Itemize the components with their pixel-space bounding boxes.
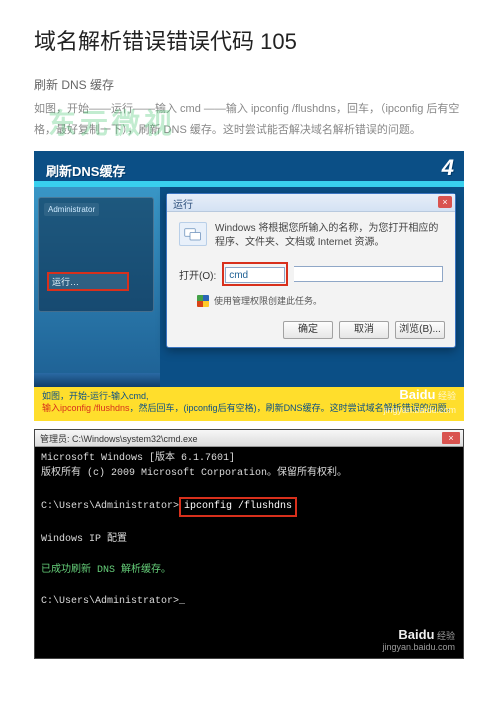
cmd-title: 管理员: C:\Windows\system32\cmd.exe [40, 434, 198, 444]
start-user: Administrator [44, 203, 99, 216]
cmd-success: 已成功刷新 DNS 解析缓存。 [41, 563, 457, 579]
close-icon[interactable]: × [438, 196, 452, 208]
open-label: 打开(O): [179, 267, 216, 282]
shield-icon [197, 295, 209, 307]
browse-button[interactable]: 浏览(B)... [395, 321, 445, 339]
caption-cmd: 输入ipconfig /flushdns [42, 403, 130, 413]
figure1-caption: 如图，开始-运行-输入cmd, 输入ipconfig /flushdns，然后回… [34, 387, 464, 421]
ok-button[interactable]: 确定 [283, 321, 333, 339]
start-run-item[interactable]: 运行… [47, 272, 129, 291]
run-titlebar: 运行 × [167, 194, 455, 212]
cmd-prompt: C:\Users\Administrator>_ [41, 594, 457, 610]
run-input[interactable] [225, 267, 285, 283]
admin-hint-row: 使用管理权限创建此任务。 [197, 294, 443, 307]
cmd-titlebar: 管理员: C:\Windows\system32\cmd.exe × [35, 430, 463, 447]
run-input-rest[interactable] [294, 266, 443, 282]
description: 如图，开始——运行——输入 cmd ——输入 ipconfig /flushdn… [34, 99, 466, 141]
baidu-logo: Baidu 经验 jingyan.baidu.com [382, 627, 455, 652]
figure-run-dialog: 刷新DNS缓存 4 Administrator 运行… 运行 × Windows… [34, 151, 464, 421]
run-title: 运行 [173, 200, 193, 211]
cmd-line: 版权所有 (c) 2009 Microsoft Corporation。保留所有… [41, 466, 457, 482]
cmd-prompt: C:\Users\Administrator> [41, 501, 179, 512]
admin-hint: 使用管理权限创建此任务。 [214, 294, 322, 307]
cmd-line: Windows IP 配置 [41, 532, 457, 548]
close-icon[interactable]: × [442, 432, 460, 444]
baidu-logo: Baidu 经验 jingyan.baidu.com [383, 386, 456, 417]
run-input-highlight [222, 262, 288, 287]
run-dialog: 运行 × Windows 将根据您所输入的名称，为您打开相应的程序、文件夹、文档… [166, 193, 456, 348]
cmd-line: Microsoft Windows [版本 6.1.7601] [41, 451, 457, 467]
subtitle: 刷新 DNS 缓存 [34, 76, 466, 93]
logo-url: jingyan.baidu.com [382, 642, 455, 652]
cmd-body: Microsoft Windows [版本 6.1.7601] 版权所有 (c)… [35, 447, 463, 614]
logo-brand: Baidu [399, 387, 435, 402]
run-icon [179, 222, 207, 246]
cmd-command-highlight: ipconfig /flushdns [179, 497, 297, 517]
logo-url: jingyan.baidu.com [383, 405, 456, 415]
desktop-startmenu: Administrator 运行… [34, 187, 160, 387]
run-hint: Windows 将根据您所输入的名称，为您打开相应的程序、文件夹、文档或 Int… [215, 222, 443, 250]
figure1-step-number: 4 [442, 155, 454, 181]
start-menu: Administrator 运行… [38, 197, 154, 312]
figure-cmd-window: 管理员: C:\Windows\system32\cmd.exe × Micro… [34, 429, 464, 659]
logo-brand: Baidu [398, 627, 434, 642]
logo-sub: 经验 [438, 391, 456, 401]
page-title: 域名解析错误错误代码 105 [34, 24, 466, 56]
taskbar [34, 373, 160, 387]
logo-sub: 经验 [437, 631, 455, 641]
cancel-button[interactable]: 取消 [339, 321, 389, 339]
figure1-header: 刷新DNS缓存 [46, 161, 125, 180]
